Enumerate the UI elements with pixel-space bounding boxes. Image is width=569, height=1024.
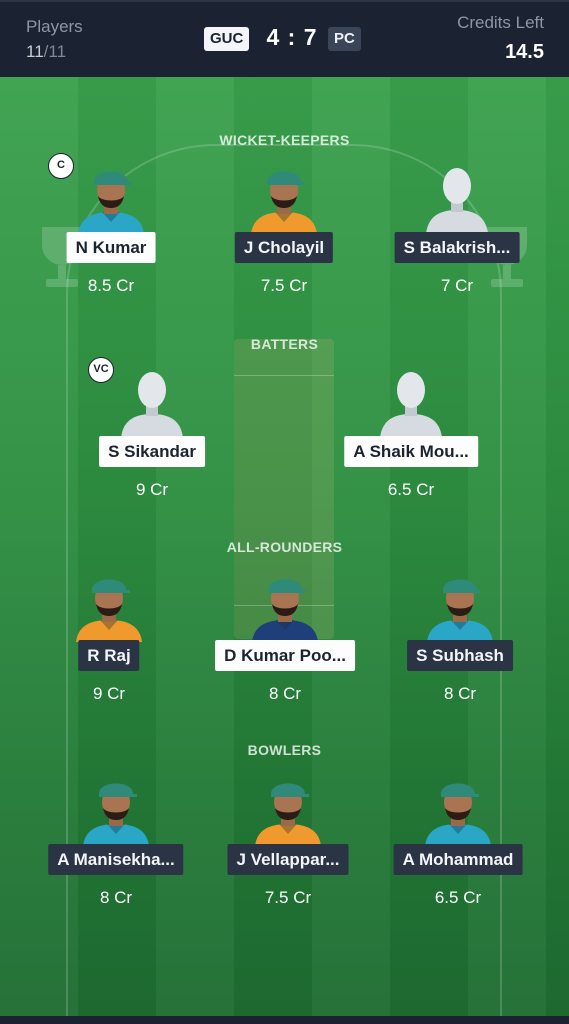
captain-badge[interactable]: C: [48, 153, 74, 179]
player-name: A Manisekha...: [48, 844, 184, 875]
player-card-wk3[interactable]: S Balakrish... 7 Cr: [382, 158, 532, 308]
player-name: J Cholayil: [234, 232, 334, 263]
players-selected: 11: [26, 42, 44, 61]
player-name: R Raj: [78, 640, 140, 671]
player-credits: 8 Cr: [443, 684, 477, 703]
team-badge-left: GUC: [204, 27, 250, 51]
player-card-bat1[interactable]: S Sikandar 9 Cr: [77, 362, 227, 512]
player-credits: 7 Cr: [440, 276, 474, 295]
player-name: S Sikandar: [99, 436, 205, 467]
player-card-bowl1[interactable]: A Manisekha... 8 Cr: [41, 770, 191, 920]
player-name: N Kumar: [66, 232, 156, 263]
player-name: S Balakrish...: [394, 232, 520, 263]
players-max: /11: [43, 42, 67, 61]
player-name: J Vellappar...: [227, 844, 349, 875]
player-card-bat2[interactable]: A Shaik Mou... 6.5 Cr: [336, 362, 486, 512]
player-placeholder-icon: [422, 158, 492, 234]
player-credits: 6.5 Cr: [387, 480, 435, 499]
player-credits: 9 Cr: [92, 684, 126, 703]
players-label: Players: [26, 17, 83, 36]
player-card-ar3[interactable]: S Subhash 8 Cr: [385, 566, 535, 716]
bottom-bar: [0, 1016, 569, 1024]
credits-left-label: Credits Left: [457, 13, 544, 32]
player-photo: [253, 770, 323, 846]
team-badge-right: PC: [328, 27, 361, 51]
player-photo: [81, 770, 151, 846]
player-name: S Subhash: [407, 640, 513, 671]
player-credits: 9 Cr: [135, 480, 169, 499]
player-credits: 7.5 Cr: [264, 888, 312, 907]
player-card-ar2[interactable]: D Kumar Poo... 8 Cr: [210, 566, 360, 716]
team-player-split: 4 : 7: [266, 24, 318, 50]
player-photo: [423, 770, 493, 846]
section-title-batters: BATTERS: [250, 336, 319, 352]
player-photo: [74, 566, 144, 642]
players-count: 11/11: [26, 42, 66, 62]
player-card-bowl2[interactable]: J Vellappar... 7.5 Cr: [213, 770, 363, 920]
player-photo: [249, 158, 319, 234]
player-photo: [425, 566, 495, 642]
player-photo: [76, 158, 146, 234]
section-title-bowlers: BOWLERS: [247, 742, 322, 758]
player-credits: 7.5 Cr: [260, 276, 308, 295]
section-title-all-rounders: ALL-ROUNDERS: [226, 539, 343, 555]
player-name: A Shaik Mou...: [344, 436, 478, 467]
player-card-ar1[interactable]: R Raj 9 Cr: [34, 566, 184, 716]
player-placeholder-icon: [376, 362, 446, 438]
vice-captain-badge[interactable]: VC: [88, 357, 114, 383]
player-credits: 8 Cr: [99, 888, 133, 907]
player-credits: 6.5 Cr: [434, 888, 482, 907]
player-card-wk1[interactable]: N Kumar 8.5 Cr: [36, 158, 186, 308]
player-name: A Mohammad: [393, 844, 523, 875]
match-header: Players 11/11 GUC 4 : 7 PC Credits Left …: [0, 0, 569, 77]
player-credits: 8.5 Cr: [87, 276, 135, 295]
player-placeholder-icon: [117, 362, 187, 438]
credits-left-value: 14.5: [505, 41, 544, 63]
player-card-bowl3[interactable]: A Mohammad 6.5 Cr: [383, 770, 533, 920]
header-divider: [0, 0, 569, 2]
player-credits: 8 Cr: [268, 684, 302, 703]
crease-line-top: [234, 375, 334, 376]
player-name: D Kumar Poo...: [215, 640, 355, 671]
section-title-wicket-keepers: WICKET-KEEPERS: [219, 132, 350, 148]
player-photo: [250, 566, 320, 642]
player-card-wk2[interactable]: J Cholayil 7.5 Cr: [209, 158, 359, 308]
